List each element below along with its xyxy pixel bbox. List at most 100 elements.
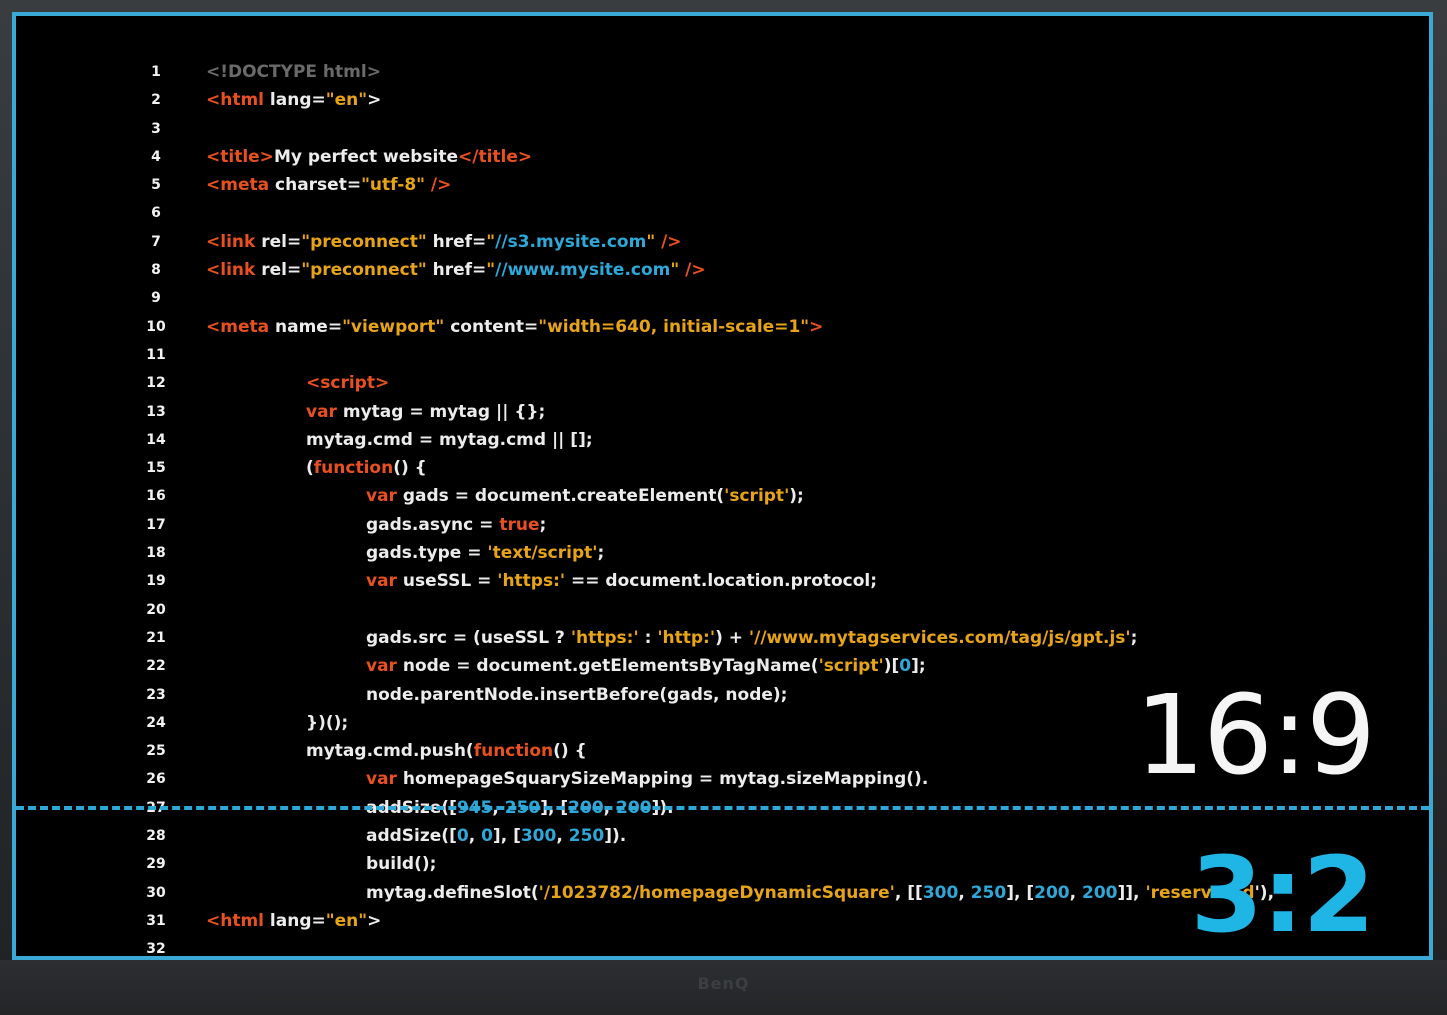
code-token: gads.src = (useSSL ? bbox=[366, 627, 571, 648]
code-text: var gads = document.createElement('scrip… bbox=[366, 482, 804, 510]
aspect-ratio-3-2-label: 3:2 bbox=[1190, 834, 1375, 956]
code-token: > bbox=[367, 910, 382, 931]
code-text: (function() { bbox=[306, 454, 427, 482]
code-token: 200 bbox=[1034, 882, 1070, 903]
code-token: > bbox=[809, 316, 824, 337]
code-line: 13 var mytag = mytag || {}; bbox=[16, 398, 1429, 426]
code-token: , bbox=[468, 826, 482, 847]
code-text: node.parentNode.insertBefore(gads, node)… bbox=[366, 681, 787, 709]
code-token: 'http:' bbox=[657, 627, 716, 648]
code-token: ], [ bbox=[492, 826, 521, 847]
line-number: 15 bbox=[146, 460, 166, 477]
line-number: 25 bbox=[146, 743, 166, 760]
code-token: 'script' bbox=[818, 656, 884, 677]
code-token: <link bbox=[206, 231, 256, 252]
code-token: name= bbox=[269, 316, 343, 337]
code-line: 21 gads.src = (useSSL ? 'https:' : 'http:… bbox=[16, 624, 1429, 652]
code-text: var mytag = mytag || {}; bbox=[306, 398, 545, 426]
code-token: <meta bbox=[206, 175, 270, 196]
code-token: /> bbox=[655, 231, 682, 252]
code-token: <script> bbox=[306, 373, 390, 394]
code-token: mytag.cmd = mytag.cmd || []; bbox=[306, 429, 593, 450]
code-token: function bbox=[313, 458, 394, 479]
line-number: 29 bbox=[146, 856, 166, 873]
code-token: var bbox=[366, 769, 397, 790]
line-number: 19 bbox=[146, 573, 166, 590]
code-line: 7 <link rel="preconnect" href="//s3.mysit… bbox=[16, 228, 1429, 256]
code-token: "preconnect" bbox=[301, 260, 427, 281]
code-token: , bbox=[958, 882, 971, 903]
code-token: mytag = mytag || {}; bbox=[336, 401, 546, 422]
code-text: <meta charset="utf-8" /> bbox=[206, 171, 451, 199]
code-line: 1 <!DOCTYPE html> bbox=[16, 58, 1429, 86]
code-token: ( bbox=[306, 458, 314, 479]
code-token: var bbox=[366, 656, 397, 677]
code-text: gads.async = true; bbox=[366, 511, 546, 539]
line-number: 16 bbox=[146, 488, 166, 505]
code-text: })(); bbox=[306, 709, 348, 737]
code-token: () { bbox=[553, 741, 587, 762]
code-token: () { bbox=[393, 458, 427, 479]
code-line: 9 bbox=[16, 284, 1429, 312]
code-token: "preconnect" bbox=[301, 231, 427, 252]
code-token: : bbox=[638, 627, 658, 648]
code-token: homepageSquarySizeMapping = mytag.sizeMa… bbox=[396, 769, 929, 790]
line-number: 31 bbox=[146, 912, 166, 929]
code-line: 10 <meta name="viewport" content="width=6… bbox=[16, 313, 1429, 341]
code-token: gads.async = bbox=[366, 514, 500, 535]
line-number: 20 bbox=[146, 601, 166, 618]
line-number: 22 bbox=[146, 658, 166, 675]
code-token: charset= bbox=[269, 175, 362, 196]
code-token: "en" bbox=[325, 910, 368, 931]
code-text: mytag.defineSlot('/1023782/homepageDynam… bbox=[366, 879, 1274, 907]
code-token: 'text/script' bbox=[487, 543, 598, 564]
code-token: <meta bbox=[206, 316, 270, 337]
code-line: 8 <link rel="preconnect" href="//www.mysi… bbox=[16, 256, 1429, 284]
code-token: 'https:' bbox=[497, 571, 566, 592]
code-token: ]], bbox=[1117, 882, 1146, 903]
code-token: " bbox=[486, 260, 496, 281]
code-token: " bbox=[646, 231, 656, 252]
code-token: "width=640, initial-scale=1" bbox=[538, 316, 810, 337]
code-token: href= bbox=[426, 231, 487, 252]
code-token: build(); bbox=[366, 854, 437, 875]
line-number: 1 bbox=[151, 64, 161, 80]
code-line: 16 var gads = document.createElement('scr… bbox=[16, 482, 1429, 510]
code-token: <html bbox=[206, 910, 265, 931]
code-line: 20 bbox=[16, 596, 1429, 624]
code-token: == document.location.protocol; bbox=[565, 571, 878, 592]
code-token: > bbox=[367, 90, 382, 111]
code-token: href= bbox=[426, 260, 487, 281]
line-number: 14 bbox=[146, 431, 166, 448]
code-token: "utf-8" bbox=[361, 175, 426, 196]
code-text: <link rel="preconnect" href="//www.mysit… bbox=[206, 256, 706, 284]
code-token: , bbox=[556, 826, 569, 847]
code-token: //www.mysite.com bbox=[495, 260, 671, 281]
line-number: 10 bbox=[146, 318, 166, 335]
code-token: "viewport" bbox=[342, 316, 445, 337]
code-token: , bbox=[1069, 882, 1083, 903]
code-token: 250 bbox=[970, 882, 1007, 903]
code-token: rel= bbox=[255, 231, 302, 252]
code-token: ; bbox=[597, 543, 605, 564]
code-text: <html lang="en"> bbox=[206, 907, 381, 935]
code-token: //s3.mysite.com bbox=[495, 231, 647, 252]
code-token: })(); bbox=[306, 712, 349, 733]
line-number: 12 bbox=[146, 375, 166, 392]
code-text: addSize([0, 0], [300, 250]). bbox=[366, 822, 626, 850]
code-token: My perfect website bbox=[273, 146, 458, 167]
code-area: 1 <!DOCTYPE html> 2 <html lang="en"> 3 4 <titl… bbox=[16, 58, 1429, 956]
code-line: 18 gads.type = 'text/script'; bbox=[16, 539, 1429, 567]
code-text: mytag.cmd = mytag.cmd || []; bbox=[306, 426, 593, 454]
code-token: 0 bbox=[899, 656, 912, 677]
line-number: 11 bbox=[146, 346, 166, 363]
code-line: 14 mytag.cmd = mytag.cmd || []; bbox=[16, 426, 1429, 454]
aspect-ratio-divider bbox=[16, 806, 1429, 810]
code-line: 15 (function() { bbox=[16, 454, 1429, 482]
code-token: content= bbox=[444, 316, 539, 337]
code-token: 0 bbox=[456, 826, 469, 847]
code-editor-screen: 1 <!DOCTYPE html> 2 <html lang="en"> 3 4 <titl… bbox=[12, 12, 1433, 960]
code-token: ) + bbox=[715, 627, 749, 648]
code-text: <meta name="viewport" content="width=640… bbox=[206, 313, 823, 341]
code-text: var useSSL = 'https:' == document.locati… bbox=[366, 567, 877, 595]
